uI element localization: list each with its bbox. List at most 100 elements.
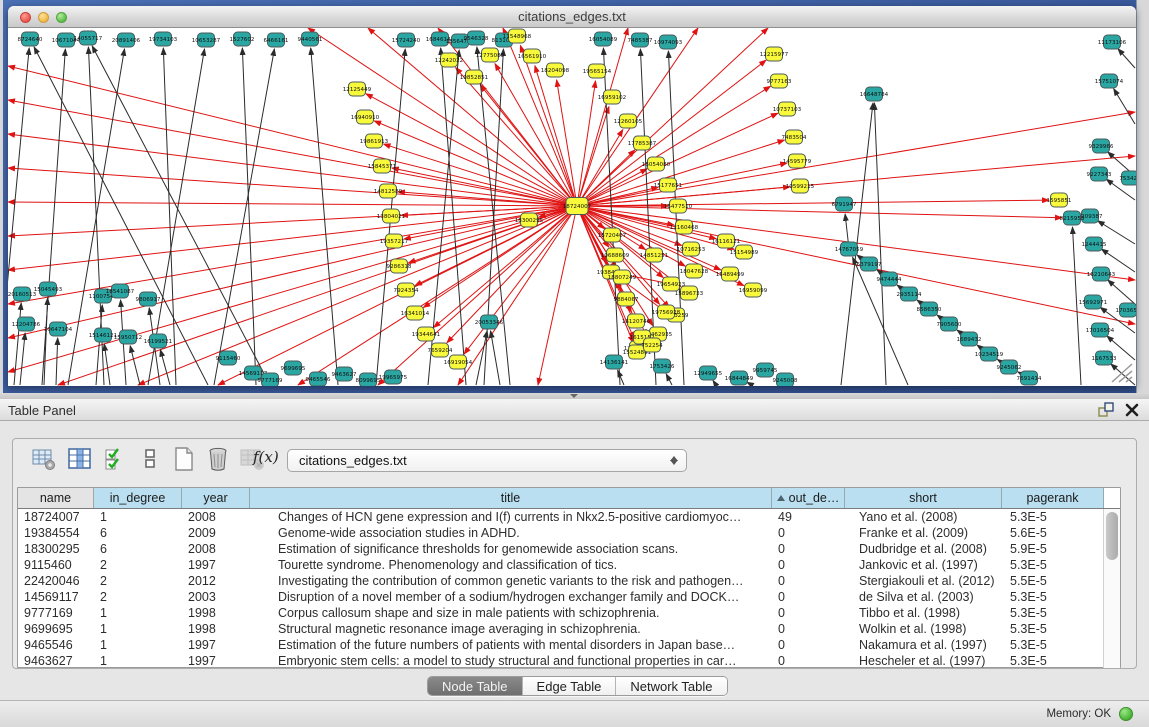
graph-node[interactable]: 9440561 xyxy=(298,32,323,46)
table-cell[interactable]: 1 xyxy=(94,637,182,653)
table-cell[interactable]: 2008 xyxy=(182,509,250,525)
graph-node[interactable]: 19565154 xyxy=(583,64,612,78)
graph-node[interactable]: 8724640 xyxy=(18,32,43,46)
table-cell[interactable]: 1998 xyxy=(182,621,250,637)
network-window-titlebar[interactable]: citations_edges.txt xyxy=(8,6,1136,28)
table-cell[interactable]: 5.3E-5 xyxy=(1002,509,1104,525)
table-cell[interactable]: Franke et al. (2009) xyxy=(845,525,1002,541)
table-cell[interactable]: 49 xyxy=(772,509,845,525)
graph-node[interactable]: 16477510 xyxy=(664,199,693,213)
table-cell[interactable]: Jankovic et al. (1997) xyxy=(845,557,1002,573)
graph-node[interactable]: 10974093 xyxy=(654,35,683,49)
table-cell[interactable]: 5.3E-5 xyxy=(1002,557,1104,573)
table-cell[interactable]: 2 xyxy=(94,557,182,573)
table-cell[interactable]: 5.5E-5 xyxy=(1002,573,1104,589)
table-cell[interactable]: 9465546 xyxy=(18,637,94,653)
table-cell[interactable]: Disruption of a novel member of a sodium… xyxy=(250,589,772,605)
column-header-name[interactable]: name xyxy=(18,488,94,508)
new-column-icon[interactable] xyxy=(171,446,197,472)
table-cell[interactable]: Dudbridge et al. (2008) xyxy=(845,541,1002,557)
table-cell[interactable]: 18300295 xyxy=(18,541,94,557)
table-cell[interactable]: 1997 xyxy=(182,557,250,573)
table-cell[interactable]: Embryonic stem cells: a model to study s… xyxy=(250,653,772,669)
table-cell[interactable]: 0 xyxy=(772,637,845,653)
table-cell[interactable]: 5.9E-5 xyxy=(1002,541,1104,557)
resize-grip-icon[interactable] xyxy=(1108,362,1134,384)
table-cell[interactable]: Genome-wide association studies in ADHD. xyxy=(250,525,772,541)
table-cell[interactable]: 1 xyxy=(94,605,182,621)
graph-node[interactable]: 1689432 xyxy=(957,332,982,346)
graph-node[interactable]: 7485387 xyxy=(628,33,653,47)
table-cell[interactable]: 9777169 xyxy=(18,605,94,621)
graph-node[interactable]: 10234519 xyxy=(975,347,1004,361)
graph-node[interactable]: 9227343 xyxy=(1087,167,1112,181)
graph-node[interactable]: 9777163 xyxy=(767,74,792,88)
graph-node[interactable]: 6379197 xyxy=(857,257,882,271)
column-header-out_de[interactable]: out_de… xyxy=(772,488,845,508)
graph-node[interactable]: 10653287 xyxy=(192,33,221,47)
table-cell[interactable]: 1997 xyxy=(182,637,250,653)
row-height-icon[interactable] xyxy=(137,446,163,472)
table-cell[interactable]: 5.3E-5 xyxy=(1002,621,1104,637)
graph-node[interactable]: 15045493 xyxy=(34,282,63,296)
graph-node[interactable]: 19965975 xyxy=(379,370,408,384)
graph-node[interactable]: 7483504 xyxy=(782,130,807,144)
delete-column-trash-icon[interactable] xyxy=(205,446,231,472)
graph-node[interactable]: 15845371 xyxy=(368,159,397,173)
table-cell[interactable]: Hescheler et al. (1997) xyxy=(845,653,1002,669)
graph-node[interactable]: 1753426 xyxy=(650,359,675,373)
tab-node-table[interactable]: Node Table xyxy=(428,677,523,695)
graph-node[interactable]: 1595851 xyxy=(1047,193,1072,207)
table-cell[interactable]: 9463627 xyxy=(18,653,94,669)
graph-node[interactable]: 9465546 xyxy=(306,372,331,386)
table-row[interactable]: 969969511998Structural magnetic resonanc… xyxy=(18,621,1120,637)
graph-node[interactable]: 6791947 xyxy=(832,197,857,211)
table-cell[interactable]: 5.3E-5 xyxy=(1002,653,1104,669)
graph-node[interactable]: 16341014 xyxy=(401,306,430,320)
graph-node[interactable]: 9329966 xyxy=(1089,139,1114,153)
table-cell[interactable]: 2003 xyxy=(182,589,250,605)
graph-node[interactable]: 12949655 xyxy=(694,366,723,380)
table-cell[interactable]: 1998 xyxy=(182,605,250,621)
graph-node[interactable]: 752254 xyxy=(641,338,663,352)
table-row[interactable]: 1456911722003Disruption of a novel membe… xyxy=(18,589,1120,605)
table-cell[interactable]: 2 xyxy=(94,573,182,589)
table-cell[interactable]: 5.3E-5 xyxy=(1002,637,1104,653)
table-row[interactable]: 946554611997Estimation of the future num… xyxy=(18,637,1120,653)
graph-node[interactable]: 1244415 xyxy=(1082,237,1107,251)
table-cell[interactable]: 5.3E-5 xyxy=(1002,605,1104,621)
table-cell[interactable]: 0 xyxy=(772,653,845,669)
table-cell[interactable]: Estimation of the future numbers of pati… xyxy=(250,637,772,653)
graph-node[interactable]: 12215977 xyxy=(760,47,789,61)
graph-node[interactable]: 10599215 xyxy=(786,179,815,193)
table-cell[interactable]: 19384554 xyxy=(18,525,94,541)
select-columns-icon[interactable] xyxy=(103,446,129,472)
table-cell[interactable]: 1 xyxy=(94,509,182,525)
table-cell[interactable]: 0 xyxy=(772,557,845,573)
graph-node[interactable]: 17016504 xyxy=(1086,323,1115,337)
graph-node[interactable]: 7905600 xyxy=(937,317,962,331)
graph-node[interactable]: 16959102 xyxy=(598,90,626,104)
graph-node[interactable]: 1703655 xyxy=(1116,303,1136,317)
graph-node[interactable]: 20160513 xyxy=(8,287,37,301)
table-cell[interactable]: Estimation of significance thresholds fo… xyxy=(250,541,772,557)
show-columns-icon[interactable] xyxy=(67,446,93,472)
column-header-year[interactable]: year xyxy=(182,488,250,508)
table-vertical-scrollbar[interactable] xyxy=(1103,509,1120,668)
graph-node[interactable]: 6466161 xyxy=(264,33,289,47)
graph-node[interactable]: 10852851 xyxy=(460,70,489,84)
graph-node[interactable]: 16199521 xyxy=(144,334,173,348)
graph-node[interactable]: 14767059 xyxy=(835,242,864,256)
graph-node[interactable]: 16844849 xyxy=(725,371,754,385)
graph-node[interactable]: 8586350 xyxy=(917,302,942,316)
graph-node[interactable]: 14812589 xyxy=(374,184,403,198)
table-cell[interactable]: Tourette syndrome. Phenomenology and cla… xyxy=(250,557,772,573)
tab-network-table[interactable]: Network Table xyxy=(616,677,726,695)
graph-node[interactable]: 12160468 xyxy=(670,220,699,234)
table-cell[interactable]: Changes of HCN gene expression and I(f) … xyxy=(250,509,772,525)
table-row[interactable]: 1830029562008Estimation of significance … xyxy=(18,541,1120,557)
graph-node[interactable]: 19344641 xyxy=(412,327,441,341)
graph-node[interactable]: 16648784 xyxy=(860,87,889,101)
table-cell[interactable]: 22420046 xyxy=(18,573,94,589)
table-cell[interactable]: 0 xyxy=(772,573,845,589)
